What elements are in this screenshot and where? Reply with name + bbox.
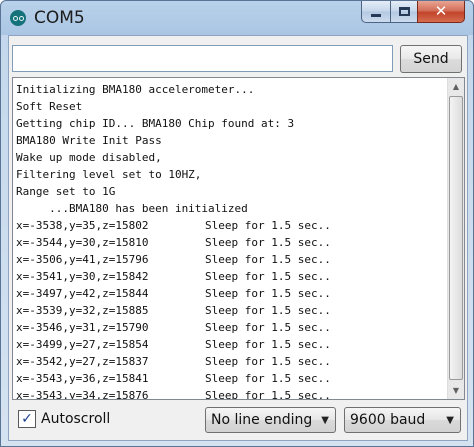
output-line: Initializing BMA180 accelerometer...	[16, 83, 255, 96]
maximize-button[interactable]	[390, 1, 417, 23]
reading-values: x=-3543,y=36,z=15841	[16, 372, 149, 385]
caption-buttons: ✕	[361, 1, 465, 25]
reading-values: x=-3538,y=35,z=15802	[16, 219, 149, 232]
arduino-icon	[10, 10, 26, 26]
autoscroll-checkbox[interactable]: ✓	[18, 410, 36, 428]
output-line: Soft Reset	[16, 100, 83, 113]
minimize-icon	[371, 14, 381, 17]
reading-message: Sleep for 1.5 sec..	[205, 304, 331, 317]
reading-line: x=-3538,y=35,z=15802 Sleep for 1.5 sec..	[16, 217, 434, 234]
reading-message: Sleep for 1.5 sec..	[205, 253, 331, 266]
reading-message: Sleep for 1.5 sec..	[205, 338, 331, 351]
reading-message: Sleep for 1.5 sec..	[205, 287, 331, 300]
output-line: Wake up mode disabled,	[16, 151, 162, 164]
reading-line: x=-3506,y=41,z=15796 Sleep for 1.5 sec..	[16, 251, 434, 268]
reading-message: Sleep for 1.5 sec..	[205, 372, 331, 385]
line-ending-value: No line ending	[211, 412, 313, 428]
reading-line: x=-3546,y=31,z=15790 Sleep for 1.5 sec..	[16, 319, 434, 336]
reading-message: Sleep for 1.5 sec..	[205, 321, 331, 334]
reading-line: x=-3542,y=27,z=15837 Sleep for 1.5 sec..	[16, 353, 434, 370]
reading-line: x=-3539,y=32,z=15885 Sleep for 1.5 sec..	[16, 302, 434, 319]
serial-monitor-window: COM5 ✕ Send Initializing BMA180 accelero…	[0, 0, 474, 447]
scrollbar-thumb[interactable]	[449, 96, 463, 380]
reading-values: x=-3497,y=42,z=15844	[16, 287, 149, 300]
client-area: Send Initializing BMA180 accelerometer..…	[8, 35, 468, 441]
output-line: Getting chip ID... BMA180 Chip found at:…	[16, 117, 295, 130]
chevron-down-icon: ▼	[321, 415, 329, 426]
reading-values: x=-3499,y=27,z=15854	[16, 338, 149, 351]
title-bar[interactable]: COM5 ✕	[1, 1, 473, 35]
checkmark-icon: ✓	[21, 411, 33, 427]
output-line: BMA180 Write Init Pass	[16, 134, 162, 147]
send-button[interactable]: Send	[400, 45, 462, 73]
reading-values: x=-3543,y=34,z=15876	[16, 389, 149, 400]
reading-values: x=-3539,y=32,z=15885	[16, 304, 149, 317]
serial-output[interactable]: Initializing BMA180 accelerometer... Soft…	[12, 77, 465, 400]
reading-line: x=-3541,y=30,z=15842 Sleep for 1.5 sec..	[16, 268, 434, 285]
serial-output-text: Initializing BMA180 accelerometer... Soft…	[16, 81, 434, 400]
chevron-down-icon: ▼	[446, 415, 454, 426]
close-button[interactable]: ✕	[417, 1, 465, 23]
reading-message: Sleep for 1.5 sec..	[205, 236, 331, 249]
output-line: Filtering level set to 10HZ,	[16, 168, 202, 181]
reading-line: x=-3497,y=42,z=15844 Sleep for 1.5 sec..	[16, 285, 434, 302]
reading-line: x=-3543,y=34,z=15876 Sleep for 1.5 sec..	[16, 387, 434, 400]
baud-rate-value: 9600 baud	[350, 412, 426, 428]
reading-message: Sleep for 1.5 sec..	[205, 355, 331, 368]
reading-values: x=-3544,y=30,z=15810	[16, 236, 149, 249]
maximize-icon	[398, 7, 410, 16]
send-input[interactable]	[12, 45, 393, 72]
reading-values: x=-3542,y=27,z=15837	[16, 355, 149, 368]
vertical-scrollbar[interactable]: ▲ ▼	[447, 78, 464, 399]
output-line: ...BMA180 has been initialized	[16, 202, 248, 215]
autoscroll-option[interactable]: ✓ Autoscroll	[18, 410, 110, 428]
reading-values: x=-3546,y=31,z=15790	[16, 321, 149, 334]
output-line: Range set to 1G	[16, 185, 116, 198]
scroll-up-arrow-icon[interactable]: ▲	[448, 78, 464, 95]
baud-rate-select[interactable]: 9600 baud ▼	[344, 407, 461, 433]
reading-values: x=-3541,y=30,z=15842	[16, 270, 149, 283]
reading-line: x=-3543,y=36,z=15841 Sleep for 1.5 sec..	[16, 370, 434, 387]
line-ending-select[interactable]: No line ending ▼	[205, 407, 336, 433]
autoscroll-label: Autoscroll	[41, 411, 111, 427]
minimize-button[interactable]	[361, 1, 390, 23]
reading-values: x=-3506,y=41,z=15796	[16, 253, 149, 266]
reading-line: x=-3544,y=30,z=15810 Sleep for 1.5 sec..	[16, 234, 434, 251]
close-icon: ✕	[434, 2, 448, 20]
reading-line: x=-3499,y=27,z=15854 Sleep for 1.5 sec..	[16, 336, 434, 353]
bottom-toolbar: ✓ Autoscroll No line ending ▼ 9600 baud …	[9, 402, 467, 440]
reading-message: Sleep for 1.5 sec..	[205, 270, 331, 283]
reading-message: Sleep for 1.5 sec..	[205, 219, 331, 232]
reading-message: Sleep for 1.5 sec..	[205, 389, 331, 400]
window-title: COM5	[34, 8, 85, 28]
scroll-down-arrow-icon[interactable]: ▼	[448, 382, 464, 399]
